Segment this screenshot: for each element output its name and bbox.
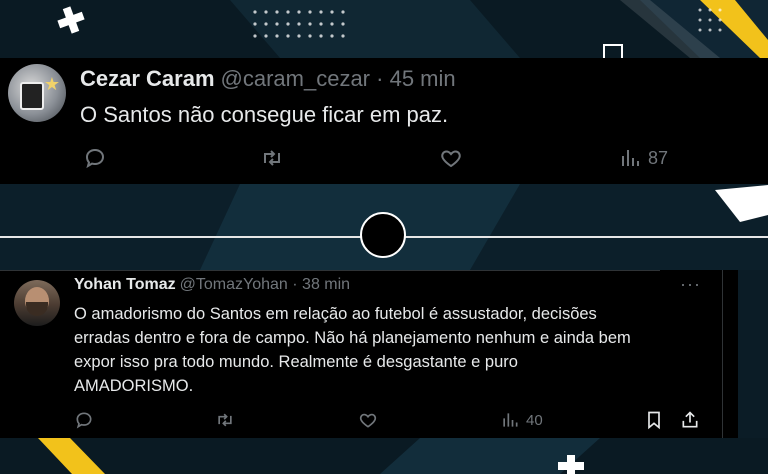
views-button[interactable]: 40 <box>500 410 543 430</box>
retweet-button[interactable] <box>214 410 236 430</box>
timeline-border <box>722 270 723 438</box>
timestamp[interactable]: 38 min <box>302 276 350 293</box>
avatar[interactable] <box>14 280 60 326</box>
retweet-button[interactable] <box>258 146 286 170</box>
star-icon: ★ <box>43 74 60 94</box>
tweet-header: Cezar Caram @caram_cezar · 45 min <box>80 66 456 92</box>
views-button[interactable]: 87 <box>618 146 668 170</box>
retweet-icon <box>218 413 232 427</box>
handle[interactable]: @TomazYohan <box>180 276 288 293</box>
reply-button[interactable] <box>74 410 94 430</box>
separator: · <box>292 276 298 293</box>
retweet-icon <box>264 150 280 166</box>
views-count: 87 <box>648 147 669 168</box>
avatar-beard <box>26 302 48 316</box>
like-icon <box>441 150 461 168</box>
tweet-card-2[interactable]: Yohan Tomaz @TomazYohan · 38 min ··· O am… <box>0 270 738 438</box>
like-button[interactable] <box>438 146 464 170</box>
reply-button[interactable] <box>82 146 108 170</box>
like-icon <box>359 413 377 428</box>
views-icon <box>622 150 639 166</box>
tweet-text: O Santos não consegue ficar em paz. <box>80 102 449 127</box>
tweet-actions: 87 <box>0 146 768 176</box>
share-button[interactable] <box>680 410 700 430</box>
share-icon <box>682 411 698 428</box>
display-name[interactable]: Cezar Caram <box>80 66 215 91</box>
reply-icon <box>85 148 105 169</box>
handle[interactable]: @caram_cezar <box>221 66 371 91</box>
tweet-text: O amadorismo do Santos em relação ao fut… <box>74 305 631 395</box>
like-button[interactable] <box>358 410 378 430</box>
tweet-card-1[interactable]: ★ Cezar Caram @caram_cezar · 45 min O San… <box>0 58 768 184</box>
timestamp[interactable]: 45 min <box>390 66 456 91</box>
bookmark-button[interactable] <box>644 410 664 430</box>
card-separator <box>0 270 660 271</box>
separator: · <box>376 66 384 91</box>
divider-circle <box>360 212 406 258</box>
reply-icon <box>76 412 92 429</box>
tweet-header: Yohan Tomaz @TomazYohan · 38 min <box>74 276 350 294</box>
avatar[interactable]: ★ <box>8 64 66 122</box>
bookmark-icon <box>648 411 660 430</box>
tweet-actions: 40 <box>0 410 738 436</box>
views-count: 40 <box>526 411 543 429</box>
more-options-button[interactable]: ··· <box>680 274 701 295</box>
club-crest-icon <box>20 82 44 110</box>
display-name[interactable]: Yohan Tomaz <box>74 276 176 293</box>
views-icon <box>503 413 518 427</box>
